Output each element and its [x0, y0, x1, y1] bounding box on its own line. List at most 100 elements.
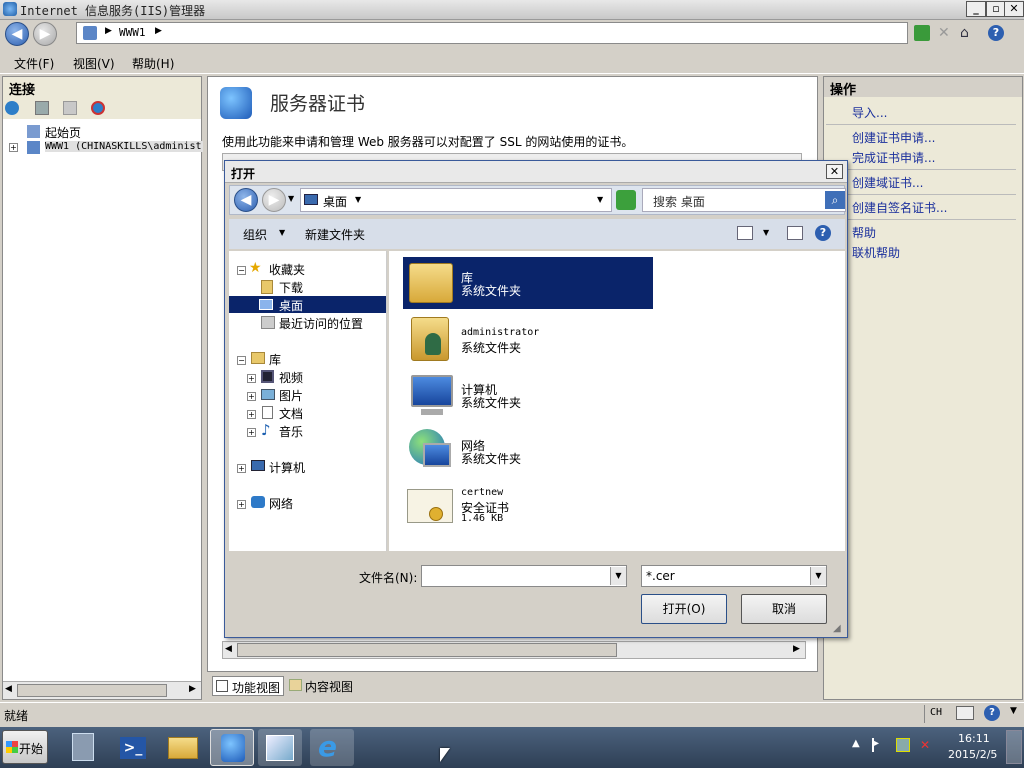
expand-icon[interactable]: + — [237, 464, 246, 473]
expand-icon[interactable]: + — [247, 410, 256, 419]
refresh-icon[interactable] — [914, 25, 930, 41]
explorer-icon[interactable] — [162, 729, 206, 766]
action-complete-cert-request[interactable]: 完成证书申请... — [852, 149, 935, 166]
maximize-button[interactable]: ▫ — [986, 1, 1006, 17]
nav-videos[interactable]: 视频 — [279, 369, 303, 386]
minimize-button[interactable]: _ — [966, 1, 986, 17]
keyboard-icon[interactable] — [956, 706, 974, 720]
new-folder-button[interactable]: 新建文件夹 — [305, 226, 365, 243]
expand-icon[interactable]: + — [237, 500, 246, 509]
expand-icon[interactable]: + — [247, 392, 256, 401]
resize-grip-icon[interactable]: ◢ — [833, 623, 841, 634]
file-type-filter[interactable]: *.cer ▼ — [641, 565, 827, 587]
up-icon[interactable] — [63, 101, 77, 115]
collapse-icon[interactable]: − — [237, 356, 246, 365]
language-bar-options-icon[interactable]: ▼ — [1010, 706, 1017, 716]
show-hidden-icons[interactable]: ▲ — [852, 738, 860, 749]
menu-view[interactable]: 视图(V) — [73, 55, 115, 72]
expand-icon[interactable]: + — [247, 428, 256, 437]
nav-computer[interactable]: 计算机 — [269, 459, 305, 476]
action-online-help[interactable]: 联机帮助 — [852, 244, 900, 261]
dialog-forward-button[interactable]: ▶ — [262, 188, 286, 212]
show-desktop-button[interactable] — [1006, 730, 1022, 764]
scroll-right-icon[interactable]: ▶ — [793, 644, 800, 654]
location-dropdown-icon[interactable]: ▼ — [597, 195, 603, 204]
nav-downloads[interactable]: 下载 — [279, 279, 303, 296]
menu-file[interactable]: 文件(F) — [14, 55, 54, 72]
nav-recent-places[interactable]: 最近访问的位置 — [279, 315, 363, 332]
nav-documents[interactable]: 文档 — [279, 405, 303, 422]
menu-help[interactable]: 帮助(H) — [132, 55, 174, 72]
nav-desktop-selected[interactable]: 桌面 — [229, 296, 386, 313]
server-manager-icon[interactable] — [62, 729, 106, 766]
horizontal-scrollbar[interactable]: ◀ ▶ — [222, 641, 806, 659]
address-bar[interactable]: ▶ WWW1 ▶ — [76, 22, 908, 44]
scroll-thumb[interactable] — [237, 643, 617, 657]
clock-date[interactable]: 2015/2/5 — [948, 748, 997, 761]
notepad-icon[interactable] — [258, 729, 302, 766]
action-create-cert-request[interactable]: 创建证书申请... — [852, 129, 935, 146]
nav-music[interactable]: 音乐 — [279, 423, 303, 440]
connect-globe-icon[interactable] — [5, 101, 19, 115]
nav-libraries[interactable]: 库 — [269, 351, 281, 368]
dialog-search-box[interactable]: 搜索 桌面 ⌕ — [642, 188, 846, 212]
file-item-libraries[interactable]: 库 系统文件夹 — [403, 257, 653, 309]
home-icon[interactable]: ⌂ — [960, 25, 976, 41]
organize-button[interactable]: 组织 — [243, 226, 267, 243]
scroll-left-icon[interactable]: ◀ — [5, 684, 12, 694]
network-tray-icon[interactable] — [896, 738, 910, 752]
filename-dropdown-icon[interactable]: ▼ — [610, 567, 626, 585]
powershell-icon[interactable]: >_ — [112, 729, 156, 766]
view-dropdown-icon[interactable]: ▼ — [763, 228, 769, 237]
scroll-left-icon[interactable]: ◀ — [225, 644, 232, 654]
tab-content-view[interactable]: 内容视图 — [288, 676, 358, 696]
location-label[interactable]: 桌面 — [323, 193, 347, 210]
breadcrumb-arrow-icon[interactable]: ▶ — [155, 26, 162, 36]
start-button[interactable]: 开始 — [2, 730, 48, 764]
close-button[interactable]: ✕ — [1004, 1, 1024, 17]
dialog-close-button[interactable]: ✕ — [826, 164, 843, 179]
action-create-domain-cert[interactable]: 创建域证书... — [852, 174, 923, 191]
tree-item-start-page[interactable]: 起始页 — [13, 124, 193, 140]
file-item-network[interactable]: 网络 系统文件夹 — [403, 425, 653, 477]
tab-features-view[interactable]: 功能视图 — [212, 676, 284, 696]
open-button[interactable]: 打开(O) — [641, 594, 727, 624]
forward-button[interactable]: ▶ — [33, 22, 57, 46]
back-button[interactable]: ◀ — [5, 22, 29, 46]
preview-pane-icon[interactable] — [787, 226, 803, 240]
clock-time[interactable]: 16:11 — [958, 732, 990, 745]
save-icon[interactable] — [35, 101, 49, 115]
organize-dropdown-icon[interactable]: ▼ — [279, 228, 285, 237]
expand-icon[interactable]: + — [247, 374, 256, 383]
file-item-certnew[interactable]: certnew 安全证书 1.46 KB — [403, 481, 653, 533]
file-item-computer[interactable]: 计算机 系统文件夹 — [403, 369, 653, 421]
volume-muted-icon[interactable]: ✕ — [920, 738, 934, 752]
action-help[interactable]: 帮助 — [852, 224, 876, 241]
nav-favorites[interactable]: 收藏夹 — [269, 261, 305, 278]
filename-combobox[interactable]: ▼ — [421, 565, 627, 587]
expand-icon[interactable]: + — [9, 143, 18, 152]
stop-icon[interactable]: ✕ — [938, 25, 954, 41]
breadcrumb-www1[interactable]: WWW1 — [119, 26, 146, 39]
location-arrow-icon[interactable]: ▼ — [355, 195, 361, 204]
action-create-self-signed-cert[interactable]: 创建自签名证书... — [852, 199, 947, 216]
view-options-icon[interactable] — [737, 226, 753, 240]
internet-explorer-icon[interactable]: e — [310, 729, 354, 766]
dialog-back-button[interactable]: ◀ — [234, 188, 258, 212]
cancel-button[interactable]: 取消 — [741, 594, 827, 624]
search-icon[interactable]: ⌕ — [825, 191, 845, 209]
language-help-icon[interactable]: ? — [984, 705, 1000, 721]
action-center-flag-icon[interactable]: ▸ — [872, 738, 886, 752]
file-item-administrator[interactable]: administrator 系统文件夹 — [403, 313, 653, 365]
help-icon[interactable]: ? — [988, 25, 1004, 41]
collapse-icon[interactable]: − — [237, 266, 246, 275]
dialog-location-bar[interactable]: 桌面 ▼ ▼ — [300, 188, 612, 212]
language-indicator[interactable]: CH — [930, 707, 942, 718]
nav-pictures[interactable]: 图片 — [279, 387, 303, 404]
scroll-right-icon[interactable]: ▶ — [189, 684, 196, 694]
horizontal-scrollbar[interactable]: ◀ ▶ — [3, 681, 201, 699]
tree-item-server[interactable]: + WWW1 (CHINASKILLS\administ — [9, 140, 205, 156]
scroll-thumb[interactable] — [17, 684, 167, 697]
dialog-help-icon[interactable]: ? — [815, 225, 831, 241]
history-dropdown-icon[interactable]: ▼ — [288, 194, 294, 203]
